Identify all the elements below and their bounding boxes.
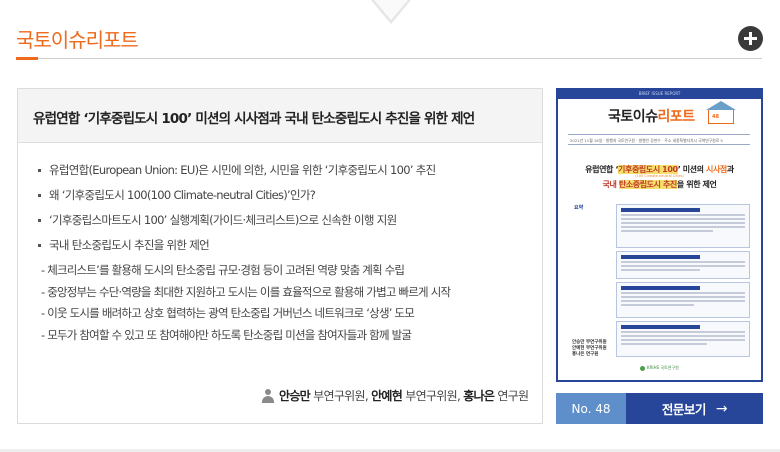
view-full-label[interactable]: 전문보기 [662,399,707,418]
view-full-button[interactable]: 전문보기 → [626,393,763,424]
report-cover-thumbnail[interactable]: BRIEF ISSUE REPORT 48 국토이슈리포트 2021년 11월 … [556,88,763,382]
cover-logo-plain: 국토이슈 [608,109,658,125]
cover-summary-label: 요약 [574,205,584,211]
author-role: 연구원 [497,389,529,403]
cover-headline-part: 을 위한 제언 [676,180,717,189]
issue-number: No. 48 [556,393,626,424]
cover-summary-box [616,282,750,318]
cover-headline-highlight: 탄소중립도시 추진 [618,180,677,189]
key-point: 국내 탄소중립도시 추진을 위한 제언 [38,233,538,258]
cover-summary-box [616,204,750,248]
cover-issue-badge: 48 [712,114,719,120]
tab-notch-inner [374,0,408,20]
cover-headline-part: ’ 미션의 [677,165,706,174]
recommendation-list: - 체크리스트’를 활용해 도시의 탄소중립 규모·경험 등이 고려된 역량 맞… [41,260,541,346]
person-icon [262,388,274,403]
section-title-accent [16,57,38,60]
cover-logo: 국토이슈리포트 [608,106,695,126]
section-title: 국토이슈리포트 [16,28,139,52]
report-title[interactable]: 유럽연합 ‘기후중립도시 100’ 미션의 시사점과 국내 탄소중립도시 추진을… [33,107,542,127]
cover-headline-accent: 시사점 [705,165,727,174]
key-point: ‘기후중립스마트도시 100’ 실행계획(가이드·체크리스트)으로 신속한 이행… [38,208,538,233]
author-name: 안승만 [279,389,311,403]
cover-rule [568,134,750,135]
cover-author: 홍나은 연구원 [572,352,599,357]
authors-line: 안승만 부연구위원, 안예현 부연구위원, 홍나은 연구원 [262,387,532,404]
author-role: 부연구위원 [405,389,457,403]
cover-summary-box [616,251,750,279]
report-action-bar: No. 48 전문보기 → [556,393,763,424]
recommendation-item: - 체크리스트’를 활용해 도시의 탄소중립 규모·경험 등이 고려된 역량 맞… [41,263,405,277]
key-point: 유럽연합(European Union: EU)은 시민에 의한, 시민을 위한… [38,158,538,183]
cover-headline-part: 과 [726,165,734,174]
cover-logo-accent: 리포트 [657,109,696,125]
cover-publisher-logo: KRIHS 국토연구원 [640,365,679,371]
cover-top-caption: BRIEF ISSUE REPORT [638,91,681,96]
cover-author-names: 안승만 부연구위원 안예현 부연구위원 홍나은 연구원 [572,340,612,358]
recommendation-item: - 이웃 도시를 배려하고 상호 협력하는 광역 탄소중립 거버넌스 네트워크로… [41,306,415,320]
author-role: 부연구위원 [313,389,365,403]
key-point: 왜 ‘기후중립도시 100(100 Climate-neutral Cities… [38,183,538,208]
cover-headline-second: 국내 탄소중립도시 추진을 위한 제언 [568,179,751,190]
cover-summary-box [616,321,750,357]
report-summary-card[interactable]: 유럽연합 ‘기후중립도시 100’ 미션의 시사점과 국내 탄소중립도시 추진을… [17,88,543,424]
cover-rule [568,144,750,145]
author-name: 홍나은 [463,389,495,403]
cover-headline-part: 국내 [602,180,619,189]
cover-headline-english: (100 Climate-neutral Cities) [635,174,684,178]
recommendation-item: - 모두가 참여할 수 있고 또 참여해야만 하도록 탄소중립 미션을 참여자들… [41,327,412,342]
cover-headline-part: 유럽연합 ‘ [585,165,619,174]
cover-roof-icon [706,101,736,110]
author-name: 안예현 [371,389,403,403]
report-title-bar: 유럽연합 ‘기후중립도시 100’ 미션의 시사점과 국내 탄소중립도시 추진을… [18,89,542,143]
more-plus-icon[interactable] [738,26,763,51]
key-points-list: 유럽연합(European Union: EU)은 시민에 의한, 시민을 위한… [38,158,538,258]
cover-headline-highlight: 기후중립도시 100 [618,165,678,174]
recommendation-item: - 중앙정부는 수단·역량을 최대한 지원하고 도시는 이를 효율적으로 활용해… [41,284,451,299]
section-divider [16,58,762,59]
arrow-right-icon: → [715,400,728,417]
